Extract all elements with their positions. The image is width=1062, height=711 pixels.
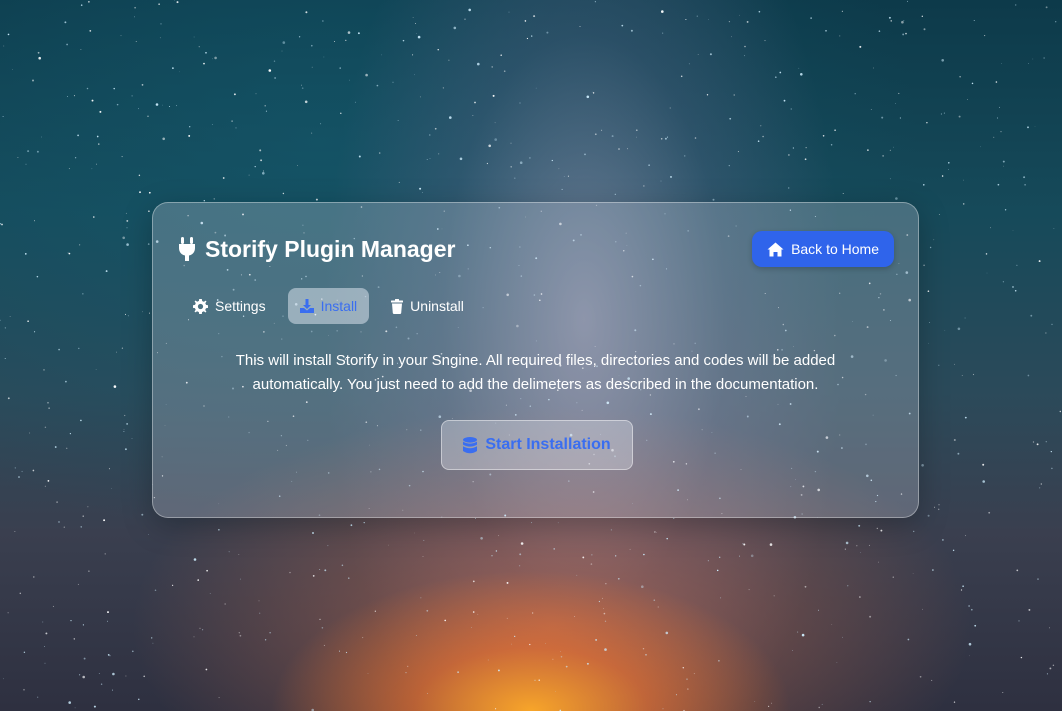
- back-to-home-label: Back to Home: [791, 241, 879, 257]
- tab-settings[interactable]: Settings: [181, 288, 278, 324]
- plug-icon: [177, 236, 197, 262]
- tab-install[interactable]: Install: [287, 288, 370, 324]
- install-description: This will install Storify in your Sngine…: [235, 352, 836, 393]
- tab-uninstall-label: Uninstall: [410, 298, 464, 314]
- trash-icon: [391, 298, 404, 314]
- tab-uninstall[interactable]: Uninstall: [379, 288, 476, 324]
- start-installation-button[interactable]: Start Installation: [441, 420, 633, 470]
- gear-icon: [193, 298, 208, 314]
- download-icon: [299, 299, 314, 313]
- home-icon: [767, 242, 784, 257]
- page-title: Storify Plugin Manager: [205, 235, 456, 262]
- database-icon: [463, 436, 478, 454]
- plugin-manager-card: Storify Plugin Manager Back to Home Sett…: [152, 202, 919, 518]
- tab-bar: Settings Install Uninstall: [181, 288, 476, 324]
- title-group: Storify Plugin Manager: [177, 236, 455, 263]
- tab-settings-label: Settings: [215, 298, 266, 314]
- tab-install-label: Install: [320, 298, 358, 314]
- back-to-home-button[interactable]: Back to Home: [752, 231, 894, 267]
- card-header: Storify Plugin Manager Back to Home: [177, 231, 894, 267]
- start-installation-label: Start Installation: [485, 436, 611, 453]
